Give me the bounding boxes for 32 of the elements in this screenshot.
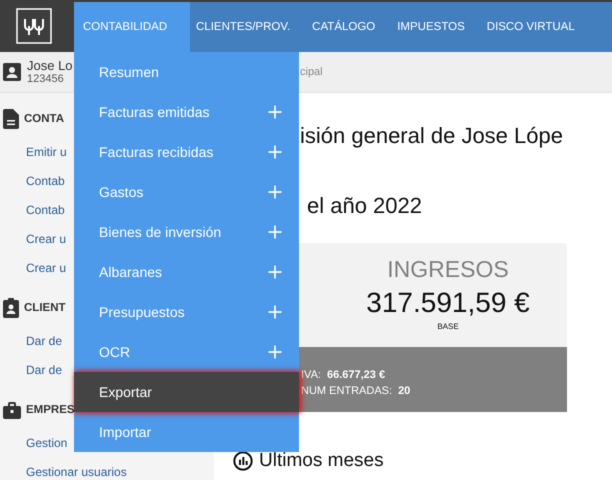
year-heading: el año 2022 bbox=[307, 193, 423, 219]
menu-item[interactable]: Facturas recibidas bbox=[74, 132, 299, 172]
menu-item[interactable]: Albaranes bbox=[74, 252, 299, 292]
nav-tab[interactable]: CLIENTES/PROV. bbox=[190, 2, 296, 52]
menu-item[interactable]: Gastos bbox=[74, 172, 299, 212]
section-heading: Últimos meses bbox=[259, 449, 384, 473]
page-title: isión general de Jose Lópe bbox=[300, 123, 564, 149]
menu-item[interactable]: Exportar bbox=[74, 372, 299, 412]
menu-item[interactable]: Presupuestos bbox=[74, 292, 299, 332]
amount: 317.591,59 € bbox=[365, 287, 530, 319]
amount-label: BASE bbox=[436, 322, 459, 331]
card-title: INGRESOS bbox=[386, 256, 509, 283]
menu-item[interactable]: Importar bbox=[74, 412, 299, 452]
sidebar-link[interactable]: Gestionar usuarios bbox=[0, 457, 214, 480]
section-title: EMPRES bbox=[26, 404, 75, 416]
breadcrumb: cipal bbox=[300, 66, 323, 78]
nav-tab[interactable]: CATÁLOGO bbox=[306, 2, 382, 52]
detail-label: IVA: bbox=[301, 369, 321, 381]
nav-tab[interactable]: CONTABILIDAD bbox=[74, 2, 190, 52]
detail-value: 66.677,23 € bbox=[326, 369, 386, 381]
section-title: CONTA bbox=[24, 113, 64, 125]
menu-item[interactable]: Resumen bbox=[74, 52, 299, 92]
detail-value: 20 bbox=[398, 385, 410, 397]
user-id: 123456 bbox=[27, 73, 65, 86]
nav-tab[interactable]: IMPUESTOS bbox=[391, 2, 471, 52]
section-title: CLIENT bbox=[24, 302, 66, 314]
detail-label: NUM ENTRADAS: bbox=[301, 385, 392, 397]
menu-item[interactable]: Facturas emitidas bbox=[74, 92, 299, 132]
menu-item[interactable]: Bienes de inversión bbox=[74, 212, 299, 252]
nav-tab[interactable]: DISCO VIRTUAL bbox=[480, 2, 581, 52]
user-name: Jose Lo bbox=[27, 58, 73, 74]
menu-item[interactable]: OCR bbox=[74, 332, 299, 372]
